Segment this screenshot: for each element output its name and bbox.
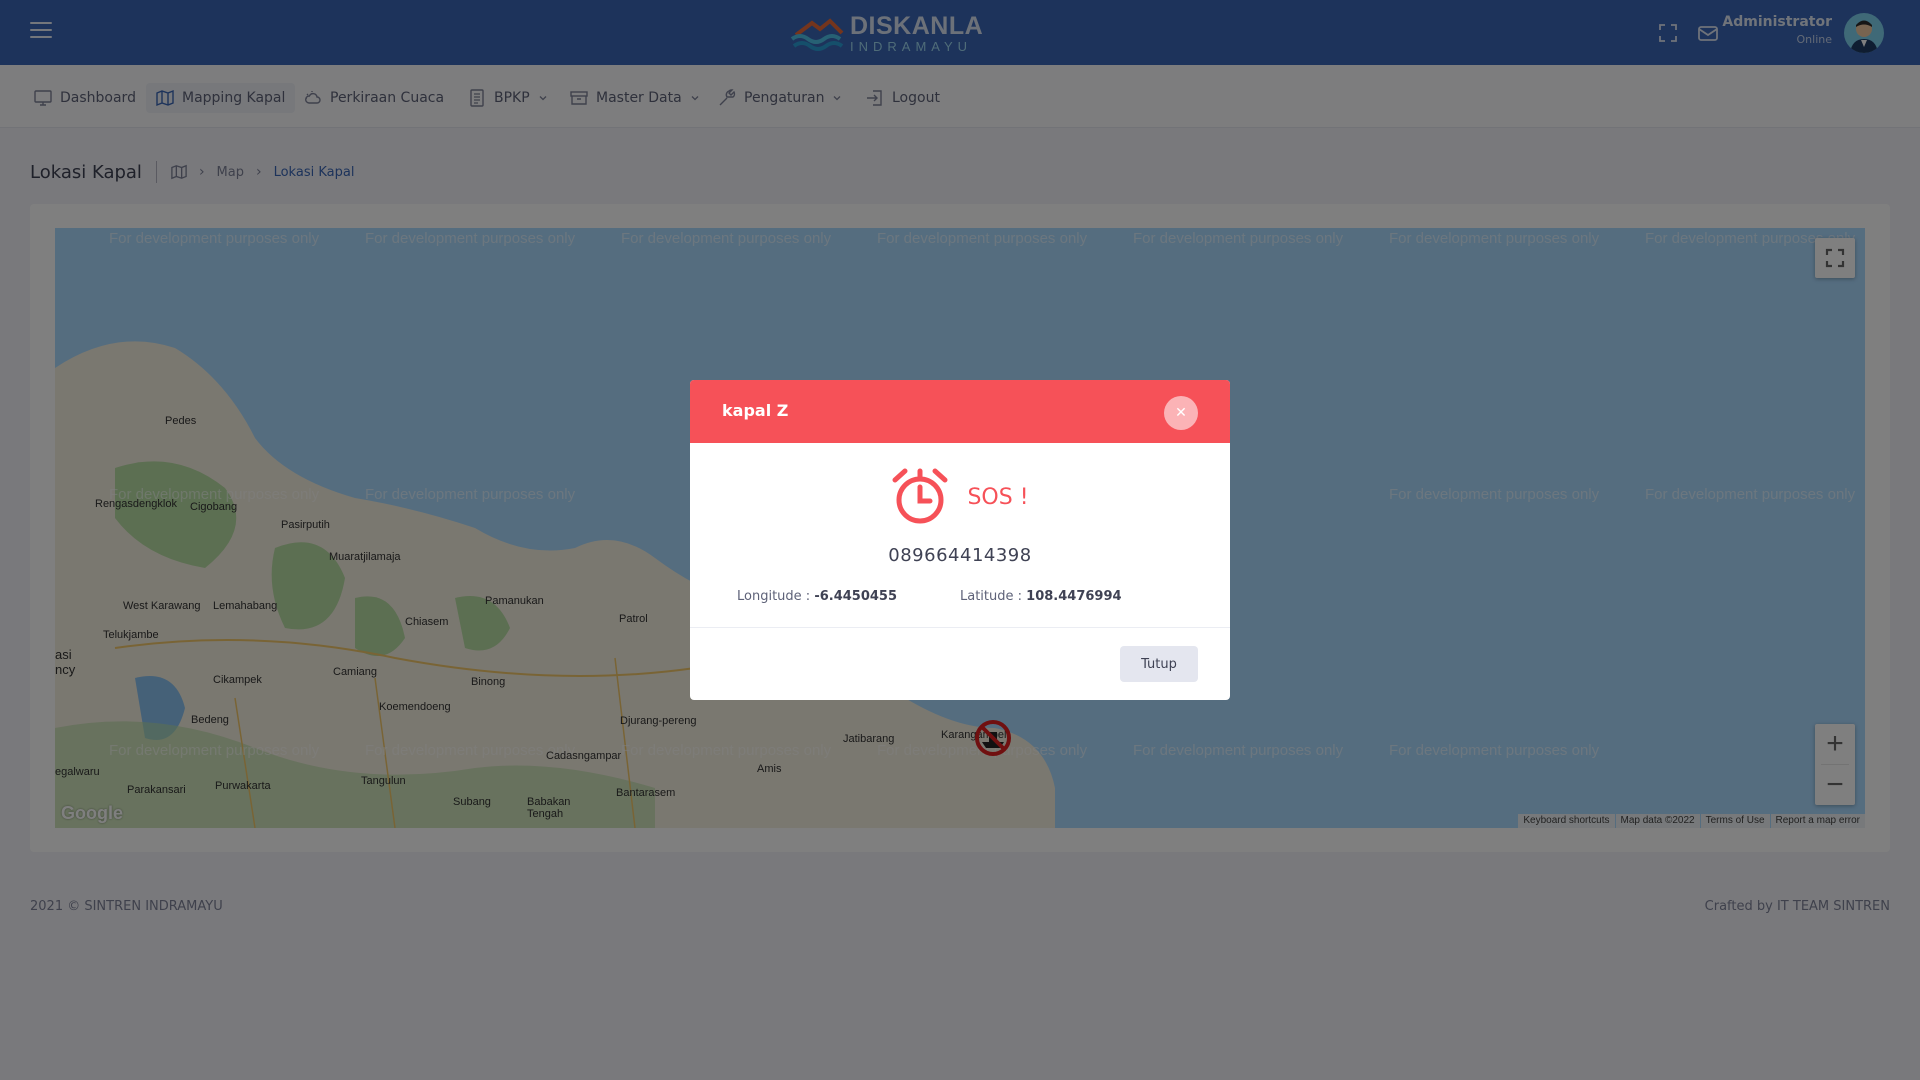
- modal-divider: [690, 627, 1230, 628]
- longitude-label: Longitude :: [737, 589, 811, 604]
- latitude-label: Latitude :: [960, 589, 1023, 604]
- alarm-clock-icon: [892, 468, 948, 524]
- latitude: Latitude : 108.4476994: [960, 589, 1122, 604]
- longitude: Longitude : -6.4450455: [737, 589, 897, 604]
- phone-number: 089664414398: [888, 545, 1032, 566]
- alert-row: SOS !: [690, 468, 1230, 526]
- tutup-button[interactable]: Tutup: [1120, 646, 1198, 682]
- modal-header: kapal Z ✕: [690, 380, 1230, 443]
- latitude-value: 108.4476994: [1026, 589, 1122, 604]
- modal-title: kapal Z: [722, 401, 789, 420]
- close-icon[interactable]: ✕: [1164, 396, 1198, 430]
- sos-label: SOS !: [967, 484, 1029, 510]
- longitude-value: -6.4450455: [814, 589, 898, 604]
- sos-modal: kapal Z ✕ SOS ! 089664414398 Longitude :…: [690, 380, 1230, 700]
